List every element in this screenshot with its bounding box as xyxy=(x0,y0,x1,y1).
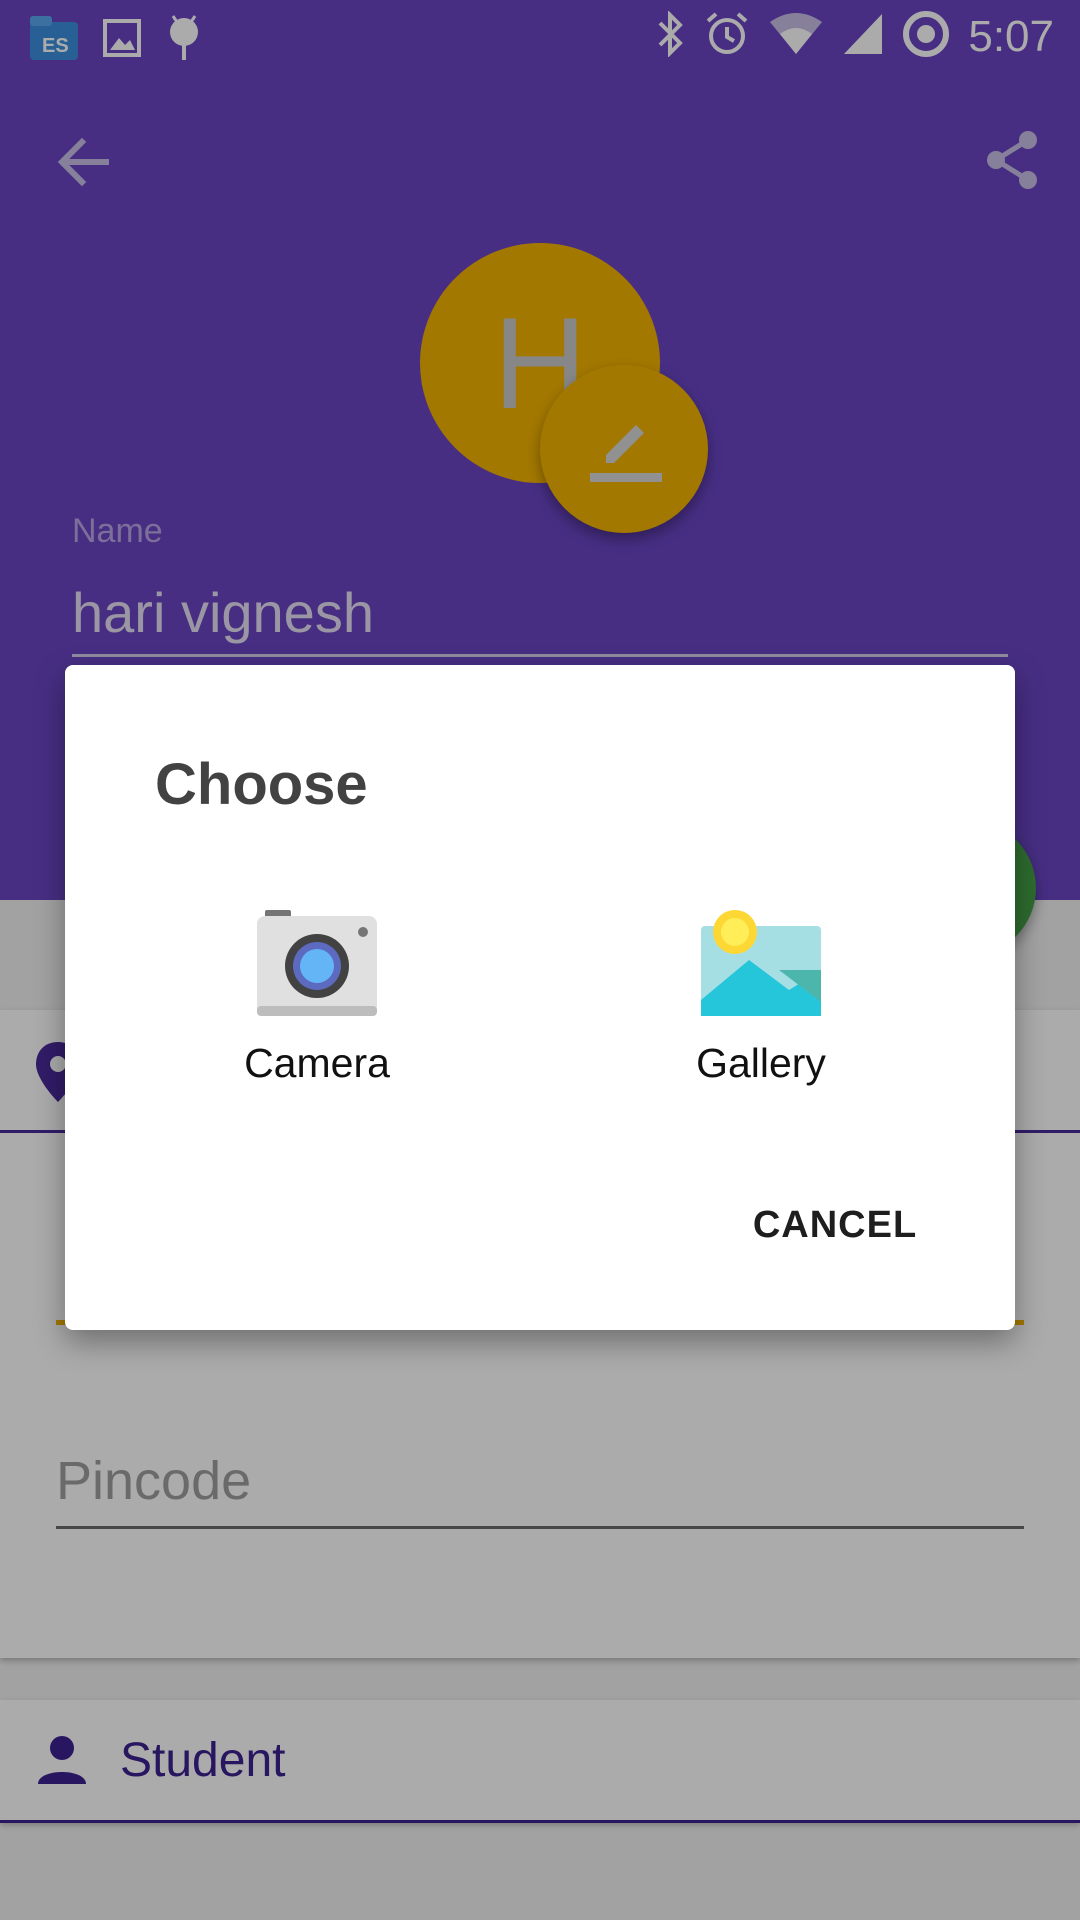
gallery-label: Gallery xyxy=(696,1040,826,1086)
camera-label: Camera xyxy=(244,1040,390,1086)
choose-dialog: Choose Camera Gallery CANCEL xyxy=(65,665,1015,1330)
cancel-button[interactable]: CANCEL xyxy=(745,1190,925,1260)
gallery-icon xyxy=(699,910,823,1020)
dialog-title: Choose xyxy=(155,752,368,817)
camera-icon xyxy=(255,910,379,1020)
gallery-option[interactable]: Gallery xyxy=(611,910,911,1110)
camera-option[interactable]: Camera xyxy=(167,910,467,1110)
